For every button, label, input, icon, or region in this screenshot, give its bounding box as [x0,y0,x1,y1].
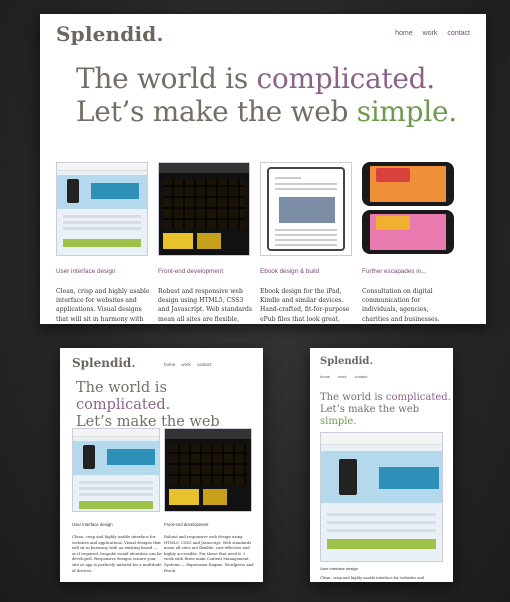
column-text: Clean, crisp and highly usable interface… [72,534,162,573]
main-nav: home work contact [320,374,367,379]
ebook-tablet-thumbnail[interactable] [260,162,352,256]
nav-contact[interactable]: contact [447,30,470,37]
site-logo[interactable]: Splendid. [320,356,373,367]
nav-home[interactable]: home [395,30,413,37]
site-logo[interactable]: Splendid. [72,356,136,370]
phone-app-thumbnail[interactable] [362,162,454,256]
column-title[interactable]: Ebook design & build [260,268,319,275]
nav-home[interactable]: home [164,362,175,367]
column-title[interactable]: Front-end development [158,268,223,275]
column-text: Ebook design for the iPad, Kindle and si… [260,288,350,323]
column-text: Clean, crisp and highly usable interface… [320,576,424,580]
desktop-screenshot: Splendid. home work contact The world is… [40,14,486,324]
website-mockup-thumbnail[interactable] [72,428,160,512]
dark-grid-website-thumbnail[interactable] [158,162,250,256]
column-title[interactable]: User interface design [320,566,358,571]
tablet-screenshot: Splendid. home work contact The world is… [60,348,263,582]
website-mockup-thumbnail[interactable] [320,432,443,562]
dark-grid-website-thumbnail[interactable] [164,428,252,512]
nav-contact[interactable]: contact [354,374,367,379]
column-title[interactable]: User interface design [56,268,116,275]
column-text: Clean, crisp and highly usable interface… [56,288,150,323]
main-nav: home work contact [164,362,211,367]
nav-work[interactable]: work [338,374,346,379]
column-title[interactable]: Front-end development [164,522,208,527]
nav-home[interactable]: home [320,374,330,379]
nav-work[interactable]: work [181,362,191,367]
site-logo[interactable]: Splendid. [56,22,164,46]
column-text: Robust and responsive web design using H… [164,534,254,573]
nav-work[interactable]: work [423,30,438,37]
website-mockup-thumbnail[interactable] [56,162,148,256]
column-title[interactable]: User interface design [72,522,113,527]
column-title[interactable]: Further escapades in... [362,268,426,275]
hero-headline: The world is complicated. Let’s make the… [76,62,457,128]
mobile-screenshot: Splendid. home work contact The world is… [310,348,453,582]
column-text: Robust and responsive web design using H… [158,288,252,323]
column-text: Consultation on digital communication fo… [362,288,440,323]
nav-contact[interactable]: contact [197,362,212,367]
hero-headline: The world is complicated. Let’s make the… [320,392,451,427]
main-nav: home work contact [395,30,470,37]
